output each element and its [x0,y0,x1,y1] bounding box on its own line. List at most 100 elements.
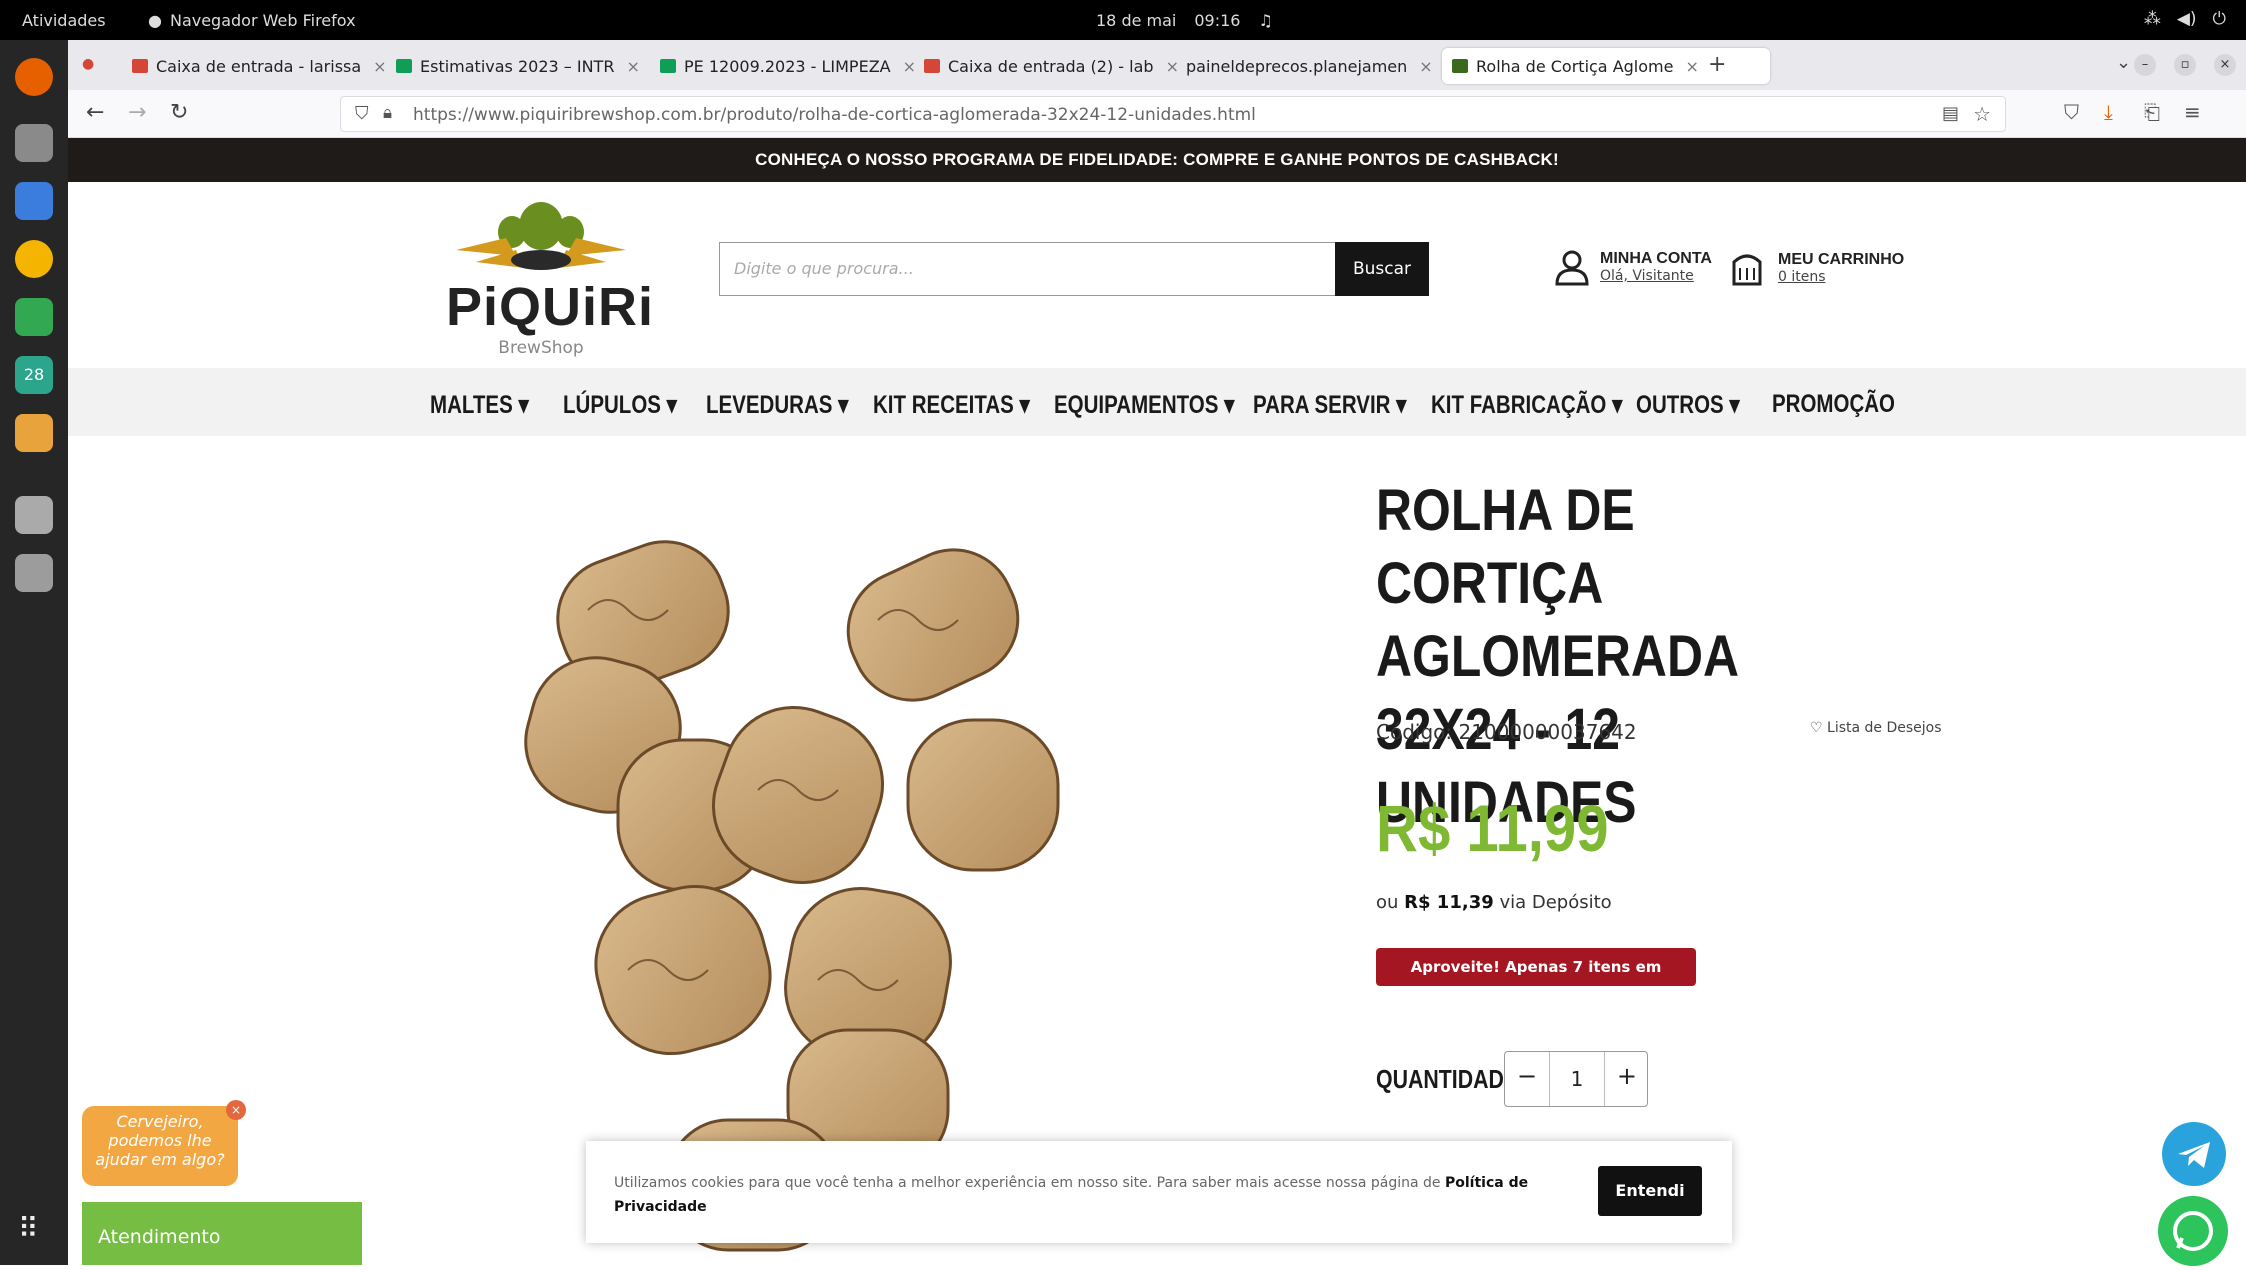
stock-alert-badge: Aproveite! Apenas 7 itens em estoque! [1376,948,1696,1014]
app-name: Navegador Web Firefox [169,11,356,30]
atendimento-button[interactable]: Atendimento [82,1202,362,1265]
clock[interactable]: 18 de mai 09:16 ♫ [1096,11,1273,30]
bookmark-star-icon[interactable]: ☆ [1973,102,1991,126]
activities-button[interactable]: Atividades [22,11,106,30]
tab-4[interactable]: Caixa de entrada (2) - lab × [924,48,1224,84]
menu-maltes[interactable]: MALTES ▾ [430,390,529,420]
close-window-icon[interactable]: × [2214,54,2236,76]
close-tab-icon[interactable]: × [373,57,386,76]
downloads-icon[interactable]: ⤓ [2104,100,2113,124]
sheets-icon [660,59,676,73]
cookie-text: Utilizamos cookies para que você tenha a… [614,1171,1534,1219]
close-chat-bubble-icon[interactable]: × [226,1100,246,1120]
menu-para-servir[interactable]: PARA SERVIR ▾ [1253,390,1406,420]
product-code: Código: 21000000037642 [1376,720,1637,744]
chat-prompt-bubble[interactable]: Cervejeiro, podemos lhe ajudar em algo? … [82,1100,246,1186]
cookie-accept-button[interactable]: Entendi [1598,1166,1702,1216]
site-logo[interactable]: PiQUiRi BrewShop [446,198,653,358]
close-tab-icon[interactable]: × [903,57,916,76]
cookie-message: Utilizamos cookies para que você tenha a… [614,1175,1445,1191]
menu-promocao[interactable]: PROMOÇÃO [1772,390,1895,419]
date: 18 de mai [1096,11,1177,30]
promo-banner[interactable]: CONHEÇA O NOSSO PROGRAMA DE FIDELIDADE: … [68,138,2246,182]
category-menu: MALTES ▾ LÚPULOS ▾ LEVEDURAS ▾ KIT RECEI… [68,368,2246,436]
firefox-icon: ● [148,11,162,30]
whatsapp-icon [2173,1211,2213,1251]
trash-dock-icon[interactable] [15,554,53,592]
account-link[interactable]: MINHA CONTA Olá, Visitante [1554,248,1712,286]
reload-icon[interactable]: ↻ [170,100,188,125]
increase-quantity-button[interactable]: + [1617,1062,1637,1090]
telegram-icon [2178,1142,2210,1168]
search-input[interactable]: Digite o que procura... [719,242,1405,296]
quantity-stepper[interactable]: − 1 + [1504,1051,1648,1107]
quantity-value[interactable]: 1 [1549,1067,1605,1091]
back-icon[interactable]: ← [86,100,104,125]
app-menu[interactable]: ● Navegador Web Firefox [148,11,356,30]
files-dock-icon[interactable] [15,124,53,162]
close-tab-icon[interactable]: × [1419,57,1432,76]
account-title: MINHA CONTA [1600,250,1712,267]
tab-5[interactable]: paineldeprecos.planejamen × [1186,48,1486,84]
system-tray[interactable]: ⁂ ◀) ⏻ [2144,9,2226,29]
whatsapp-button[interactable] [2158,1196,2228,1266]
url-bar[interactable]: ⛉ 🔒︎ https://www.piquiribrewshop.com.br/… [340,96,2006,132]
deposit-suffix: via Depósito [1493,892,1612,913]
shield-icon[interactable]: ⛉ [355,103,369,124]
close-tab-icon[interactable]: × [626,57,639,76]
deposit-price: R$ 11,39 [1404,892,1494,913]
show-apps-icon[interactable]: ⠿ [18,1212,39,1245]
tab-bar: ● Caixa de entrada - larissa × Estimativa… [68,40,2246,90]
notification-icon: ♫ [1258,11,1273,30]
extension-icon[interactable]: ● [82,56,94,72]
navigation-bar: ← → ↻ ⛉ 🔒︎ https://www.piquiribrewshop.c… [68,90,2246,138]
notes-dock-icon[interactable] [15,414,53,452]
heart-icon: ♡ [1810,720,1823,736]
tab-1[interactable]: Caixa de entrada - larissa × [132,48,422,84]
chrome-dock-icon[interactable] [15,240,53,278]
lock-icon[interactable]: 🔒︎ [383,103,392,123]
wishlist-link[interactable]: ♡ Lista de Desejos [1810,720,1942,736]
chat-prompt-text: Cervejeiro, podemos lhe ajudar em algo? [95,1112,225,1169]
logo-subtitle: BrewShop [498,338,584,358]
writer-dock-icon[interactable] [15,182,53,220]
tab-label: Caixa de entrada (2) - lab [948,56,1154,76]
reader-view-icon[interactable]: ▤ [1942,103,1959,124]
close-tab-icon[interactable]: × [1166,57,1179,76]
forward-icon[interactable]: → [128,100,146,125]
minimize-icon[interactable]: – [2134,54,2156,76]
dock: 28 ⠿ [0,40,68,1265]
account-subtitle[interactable]: Olá, Visitante [1600,268,1712,284]
maximize-icon[interactable]: ▫ [2174,54,2196,76]
list-tabs-icon[interactable]: ⌄ [2116,52,2131,73]
menu-kit-fabricacao[interactable]: KIT FABRICAÇÃO ▾ [1431,390,1622,420]
telegram-button[interactable] [2162,1122,2226,1186]
document-dock-icon[interactable] [15,496,53,534]
pocket-icon[interactable]: ⛉ [2064,100,2079,124]
tab-label: paineldeprecos.planejamen [1186,56,1408,76]
extensions-icon[interactable]: ⎗ [2144,100,2160,124]
menu-lupulos[interactable]: LÚPULOS ▾ [563,390,677,420]
tab-label: Caixa de entrada - larissa [156,56,362,76]
gmail-icon [924,59,940,73]
decrease-quantity-button[interactable]: − [1517,1062,1537,1090]
calc-dock-icon[interactable] [15,298,53,336]
cart-subtitle[interactable]: 0 itens [1778,269,1904,285]
menu-leveduras[interactable]: LEVEDURAS ▾ [706,390,848,420]
menu-equipamentos[interactable]: EQUIPAMENTOS ▾ [1054,390,1234,420]
firefox-dock-icon[interactable] [15,58,53,96]
product-title: ROLHA DE CORTIÇA AGLOMERADA 32X24 - 12 U… [1376,478,1738,835]
tab-2[interactable]: Estimativas 2023 – INTR × [396,48,696,84]
menu-outros[interactable]: OUTROS ▾ [1636,390,1740,420]
deposit-prefix: ou [1376,892,1405,913]
search-button[interactable]: Buscar [1335,242,1429,296]
url-text[interactable]: https://www.piquiribrewshop.com.br/produ… [413,105,1256,125]
cart-link[interactable]: MEU CARRINHO 0 itens [1728,248,1904,288]
menu-kit-receitas[interactable]: KIT RECEITAS ▾ [873,390,1030,420]
site-header: PiQUiRi BrewShop Digite o que procura...… [68,182,2246,368]
tab-label: PE 12009.2023 - LIMPEZA [684,56,891,76]
menu-icon[interactable]: ≡ [2184,100,2201,124]
close-tab-icon[interactable]: × [1685,57,1698,76]
calendar-dock-icon[interactable]: 28 [15,356,53,394]
new-tab-icon[interactable]: + [1708,52,1726,77]
